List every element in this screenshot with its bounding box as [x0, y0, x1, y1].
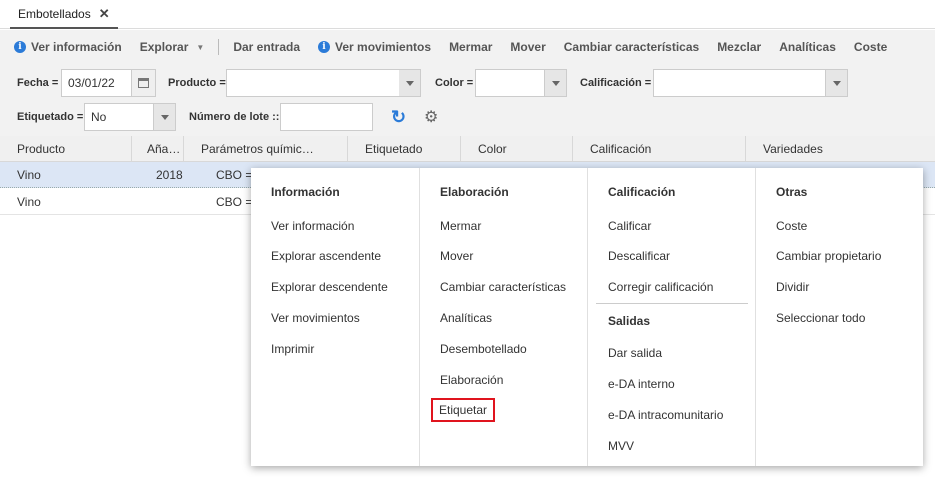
toolbar-divider — [218, 39, 220, 55]
cell-parametros: CBO = — [216, 168, 253, 182]
calendar-icon — [138, 78, 149, 88]
menu-item-explorar-ascendente[interactable]: Explorar ascendente — [271, 249, 381, 263]
calificacion-field[interactable] — [653, 69, 826, 97]
mover-label: Mover — [510, 40, 546, 54]
grid-header: Producto Aña… Parámetros químic… Etiquet… — [0, 136, 935, 162]
info-icon: i — [14, 41, 26, 53]
color-dropdown-chevron-down-icon[interactable] — [545, 69, 567, 97]
cell-producto: Vino — [17, 168, 41, 182]
context-menu: Información Ver información Explorar asc… — [251, 168, 923, 466]
menu-column-informacion: Información Ver información Explorar asc… — [251, 168, 419, 466]
menu-item-elaboracion[interactable]: Elaboración — [440, 373, 503, 387]
menu-item-seleccionar-todo[interactable]: Seleccionar todo — [776, 311, 865, 325]
menu-item-ver-informacion[interactable]: Ver información — [271, 219, 354, 233]
ver-movimientos-button[interactable]: i Ver movimientos — [318, 40, 431, 54]
coste-button[interactable]: Coste — [854, 40, 887, 54]
cambiar-caracteristicas-label: Cambiar características — [563, 40, 700, 54]
menu-header-calificacion: Calificación — [608, 185, 676, 199]
analiticas-label: Analíticas — [779, 40, 836, 54]
dar-entrada-label: Dar entrada — [233, 40, 301, 54]
producto-dropdown-chevron-down-icon[interactable] — [399, 69, 421, 97]
column-etiquetado[interactable]: Etiquetado — [348, 136, 461, 162]
menu-item-imprimir[interactable]: Imprimir — [271, 342, 314, 356]
toolbar: i Ver información Explorar ▼ Dar entrada… — [0, 30, 935, 64]
ver-informacion-button[interactable]: i Ver información — [14, 40, 122, 54]
column-variedades[interactable]: Variedades — [746, 136, 935, 162]
menu-item-desembotellado[interactable]: Desembotellado — [440, 342, 527, 356]
menu-item-mover[interactable]: Mover — [440, 249, 473, 263]
coste-label: Coste — [853, 40, 888, 54]
column-parametros[interactable]: Parámetros químic… — [184, 136, 348, 162]
menu-item-explorar-descendente[interactable]: Explorar descendente — [271, 280, 388, 294]
menu-item-analiticas[interactable]: Analíticas — [440, 311, 492, 325]
explorar-button[interactable]: Explorar ▼ — [140, 40, 205, 54]
menu-column-elaboracion: Elaboración Mermar Mover Cambiar caracte… — [419, 168, 587, 466]
menu-item-coste[interactable]: Coste — [776, 219, 807, 233]
fecha-field[interactable]: 03/01/22 — [61, 69, 132, 97]
menu-item-corregir-calificacion[interactable]: Corregir calificación — [608, 280, 713, 294]
ver-informacion-label: Ver información — [31, 40, 122, 54]
color-field[interactable] — [475, 69, 545, 97]
producto-field[interactable] — [226, 69, 400, 97]
menu-column-otras: Otras Coste Cambiar propietario Dividir … — [755, 168, 923, 466]
menu-separator — [596, 303, 748, 304]
menu-item-ver-movimientos[interactable]: Ver movimientos — [271, 311, 360, 325]
menu-column-calificacion: Calificación Calificar Descalificar Corr… — [587, 168, 755, 466]
dar-entrada-button[interactable]: Dar entrada — [233, 40, 300, 54]
cell-anada: 2018 — [156, 168, 183, 182]
column-color[interactable]: Color — [461, 136, 573, 162]
cambiar-caracteristicas-button[interactable]: Cambiar características — [564, 40, 699, 54]
info-icon: i — [318, 41, 331, 53]
menu-item-mermar[interactable]: Mermar — [440, 219, 481, 233]
calendar-button[interactable] — [132, 69, 156, 97]
tab-embotellados[interactable]: Embotellados ✕ — [10, 0, 118, 29]
column-producto[interactable]: Producto — [0, 136, 132, 162]
analiticas-button[interactable]: Analíticas — [779, 40, 836, 54]
menu-item-mvv[interactable]: MVV — [608, 439, 634, 453]
cell-producto: Vino — [17, 195, 41, 209]
lote-label: Número de lote :: — [189, 111, 280, 123]
mermar-button[interactable]: Mermar — [449, 40, 492, 54]
color-label: Color = — [435, 77, 474, 89]
menu-item-descalificar[interactable]: Descalificar — [608, 249, 670, 263]
column-calificacion[interactable]: Calificación — [573, 136, 746, 162]
ver-movimientos-label: Ver movimientos — [335, 40, 432, 54]
tab-label: Embotellados — [18, 6, 91, 21]
etiquetado-label: Etiquetado = — [17, 111, 84, 123]
refresh-icon[interactable]: ↻ — [391, 107, 406, 128]
mover-button[interactable]: Mover — [510, 40, 545, 54]
menu-item-eda-intracomunitario[interactable]: e-DA intracomunitario — [608, 408, 723, 422]
calificacion-label: Calificación = — [580, 77, 652, 89]
lote-field[interactable] — [280, 103, 373, 131]
column-anada[interactable]: Aña… — [132, 136, 184, 162]
calificacion-dropdown-chevron-down-icon[interactable] — [826, 69, 848, 97]
caret-down-icon: ▼ — [196, 42, 205, 52]
menu-header-otras: Otras — [776, 185, 808, 199]
menu-item-cambiar-propietario[interactable]: Cambiar propietario — [776, 249, 881, 263]
mermar-label: Mermar — [449, 40, 493, 54]
gear-icon[interactable]: ⚙ — [424, 107, 438, 127]
producto-label: Producto = — [168, 77, 226, 89]
menu-item-cambiar-caracteristicas[interactable]: Cambiar características — [440, 280, 566, 294]
menu-header-elaboracion: Elaboración — [440, 185, 509, 199]
menu-item-eda-interno[interactable]: e-DA interno — [608, 377, 675, 391]
menu-item-dar-salida[interactable]: Dar salida — [608, 346, 662, 360]
menu-item-dividir[interactable]: Dividir — [776, 280, 809, 294]
cell-parametros: CBO = — [216, 195, 253, 209]
etiquetado-select[interactable]: No — [84, 103, 154, 131]
explorar-label: Explorar — [139, 40, 189, 54]
menu-item-calificar[interactable]: Calificar — [608, 219, 651, 233]
tab-bar: Embotellados ✕ — [0, 0, 935, 29]
mezclar-label: Mezclar — [717, 40, 762, 54]
menu-header-informacion: Información — [271, 185, 340, 199]
menu-item-etiquetar[interactable]: Etiquetar — [430, 398, 496, 422]
close-icon[interactable]: ✕ — [99, 6, 110, 22]
mezclar-button[interactable]: Mezclar — [717, 40, 761, 54]
fecha-label: Fecha = — [17, 77, 59, 89]
etiquetado-dropdown-chevron-down-icon[interactable] — [154, 103, 176, 131]
menu-header-salidas: Salidas — [608, 314, 651, 328]
